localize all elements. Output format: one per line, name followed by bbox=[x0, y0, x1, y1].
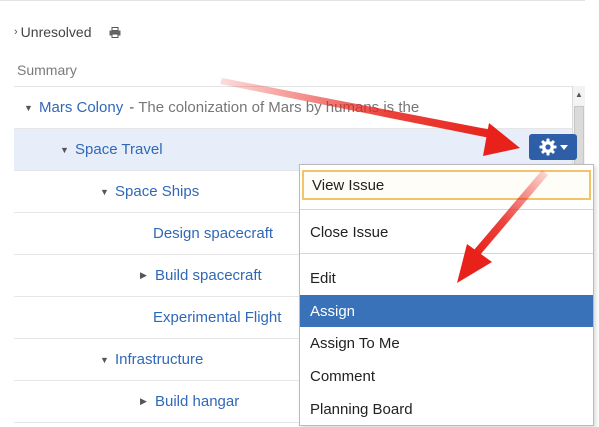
annotation-arrows bbox=[220, 78, 548, 283]
annotation-arrow-to-menu bbox=[457, 170, 548, 283]
annotation-arrow-to-gear bbox=[220, 78, 520, 156]
